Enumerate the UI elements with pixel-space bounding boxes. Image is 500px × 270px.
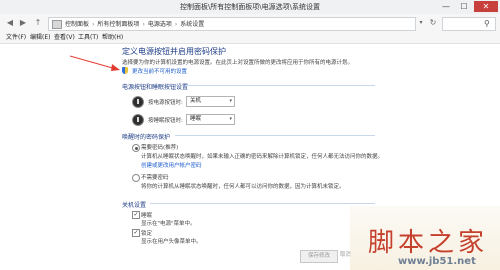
control-panel-icon: [52, 20, 62, 29]
search-input[interactable]: ⚲: [442, 17, 496, 31]
wake-password-section-title: 唤醒时的密码保护: [122, 134, 171, 141]
menu-help[interactable]: 帮助(H): [102, 32, 123, 43]
save-changes-button[interactable]: 保存修改: [300, 250, 338, 263]
breadcrumb-item[interactable]: 控制面板: [65, 21, 89, 28]
back-button[interactable]: ◀: [4, 17, 16, 29]
title-bar: 控制面板\所有控制面板项\电源选项\系统设置 — ☐ ✕: [0, 0, 500, 15]
watermark-url: www.jb51.net: [398, 256, 476, 267]
power-button-label: 按电源按钮时:: [148, 100, 183, 106]
sleep-button-action-select[interactable]: 睡眠 ▾: [186, 114, 235, 125]
no-password-label: 不需要密码: [141, 175, 169, 181]
watermark-logo-text: 脚本之家: [368, 228, 489, 258]
breadcrumb-item[interactable]: 所有控制面板项: [97, 21, 139, 28]
sleep-menu-checkbox[interactable]: ✓: [132, 211, 140, 219]
close-button[interactable]: ✕: [474, 1, 498, 12]
sleep-button-icon: [132, 114, 144, 126]
breadcrumb-item[interactable]: 电源选项: [148, 21, 172, 28]
no-password-description: 将你的计算机从睡眠状态唤醒时，任何人都可以访问你的数据，因为计算机未锁定。: [141, 184, 345, 190]
up-button[interactable]: ↑: [32, 17, 44, 29]
change-settings-link[interactable]: 更改当前不可用的设置: [132, 67, 187, 75]
breadcrumb-item[interactable]: 系统设置: [180, 21, 204, 28]
address-bar[interactable]: 控制面板 › 所有控制面板项 › 电源选项 › 系统设置: [48, 17, 416, 31]
section-divider: [185, 85, 375, 86]
sleep-button-action-value: 睡眠: [190, 116, 202, 122]
no-password-radio[interactable]: [132, 174, 140, 182]
menu-edit[interactable]: 编辑(E): [30, 32, 50, 43]
minimize-button[interactable]: —: [438, 1, 454, 12]
breadcrumb: 控制面板 › 所有控制面板项 › 电源选项 › 系统设置: [65, 21, 205, 28]
require-password-label: 需要密码(推荐): [141, 145, 179, 151]
annotation-arrow-icon: [70, 55, 120, 71]
shutdown-section-title: 关机设置: [122, 202, 147, 209]
power-button-icon: [132, 96, 144, 108]
section-divider: [175, 135, 375, 136]
section-divider: [150, 203, 375, 204]
power-buttons-section-title: 电源按钮和睡眠按钮设置: [122, 84, 189, 91]
sleep-menu-description: 显示在"电源"菜单中。: [141, 221, 196, 227]
window-title: 控制面板\所有控制面板项\电源选项\系统设置: [179, 3, 321, 11]
menu-bar: 文件(F) 编辑(E) 查看(V) 工具(T) 帮助(H): [0, 32, 500, 44]
page-title: 定义电源按钮并启用密码保护: [122, 47, 226, 56]
require-password-description: 计算机从睡眠状态唤醒时，如果未输入正确的密码来解除计算机锁定，任何人都无法访问你…: [141, 154, 384, 160]
page-description: 选择要为你的计算机设置的电源设置。在此页上对设置所做的更改将应用于你所有的电源计…: [122, 60, 354, 66]
require-password-radio[interactable]: [132, 144, 140, 152]
sleep-menu-label: 睡眠: [141, 213, 153, 219]
lock-menu-checkbox[interactable]: ✓: [132, 229, 140, 237]
create-password-link[interactable]: 创建或更改用户帐户密码: [141, 161, 202, 169]
power-button-action-value: 关机: [190, 98, 202, 104]
menu-file[interactable]: 文件(F): [6, 32, 26, 43]
sleep-button-label: 按睡眠按钮时:: [148, 118, 183, 124]
chevron-down-icon: ▾: [229, 98, 232, 104]
power-button-action-select[interactable]: 关机 ▾: [186, 96, 235, 107]
forward-button[interactable]: ▶: [17, 17, 29, 29]
navigation-bar: ◀ ▶ ↑ 控制面板 › 所有控制面板项 › 电源选项 › 系统设置 ▾ ↻ ⚲: [0, 14, 500, 32]
maximize-button[interactable]: ☐: [456, 1, 472, 12]
chevron-down-icon: ▾: [229, 116, 232, 122]
uac-shield-icon: [122, 67, 128, 74]
menu-tools[interactable]: 工具(T): [78, 32, 98, 43]
refresh-button[interactable]: ↻: [428, 17, 438, 29]
search-icon[interactable]: ⚲: [484, 19, 490, 28]
menu-view[interactable]: 查看(V): [54, 32, 75, 43]
lock-menu-label: 锁定: [141, 231, 153, 237]
address-dropdown-button[interactable]: ▾: [416, 17, 426, 29]
lock-menu-description: 显示在用户头像菜单中。: [141, 239, 202, 245]
